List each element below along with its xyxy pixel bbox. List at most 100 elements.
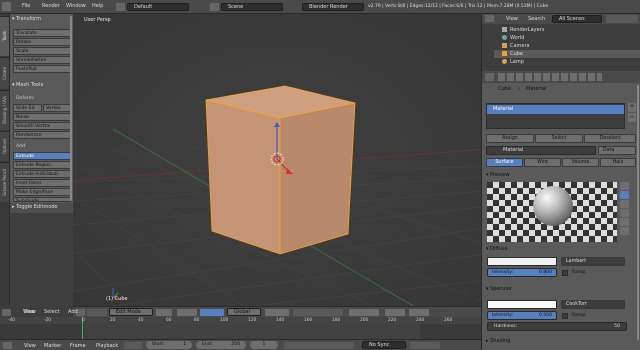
diffuse-panel-header[interactable]: ▾ Diffuse bbox=[486, 245, 636, 254]
diffuse-ramp-checkbox[interactable] bbox=[562, 270, 568, 276]
extrude-individual-button[interactable]: Extrude Individual bbox=[13, 170, 72, 178]
playback-controls[interactable] bbox=[284, 342, 354, 349]
end-frame-field[interactable]: End: 250 bbox=[196, 341, 246, 349]
scene-icon[interactable] bbox=[210, 3, 219, 11]
properties-editor-icon[interactable] bbox=[485, 73, 494, 81]
scene-field[interactable]: Scene bbox=[221, 3, 283, 11]
tab-wire[interactable]: Wire bbox=[524, 158, 561, 167]
preview-sky-icon[interactable] bbox=[620, 227, 629, 235]
render-preview-button[interactable] bbox=[409, 309, 429, 316]
scale-button[interactable]: Scale bbox=[13, 47, 72, 55]
pivot-select[interactable] bbox=[177, 309, 197, 316]
select-button[interactable]: Select bbox=[535, 134, 583, 143]
mode-select[interactable]: Edit Mode bbox=[109, 308, 153, 316]
viewport-menu-view[interactable]: View bbox=[24, 309, 36, 315]
layout-field[interactable]: Default bbox=[127, 3, 189, 11]
mesh-tools-panel-header[interactable]: ▾ Mesh Tools bbox=[12, 81, 43, 89]
specular-intensity-slider[interactable]: Intensity: 0.500 bbox=[487, 311, 557, 320]
material-name-field[interactable]: Material bbox=[486, 146, 596, 155]
menu-window[interactable]: Window bbox=[66, 3, 86, 9]
keyframe-tools[interactable] bbox=[410, 342, 440, 349]
tab-halo[interactable]: Halo bbox=[600, 158, 636, 167]
outliner-view-menu[interactable]: View bbox=[506, 16, 518, 22]
specular-color-swatch[interactable] bbox=[487, 300, 557, 309]
menu-file[interactable]: File bbox=[22, 3, 30, 9]
outliner-search-input[interactable] bbox=[606, 15, 638, 23]
shading-panel-header[interactable]: ▸ Shading bbox=[486, 337, 636, 346]
vertex-button[interactable]: Vertex bbox=[43, 104, 72, 112]
menu-render[interactable]: Render bbox=[42, 3, 60, 9]
menu-help[interactable]: Help bbox=[92, 3, 103, 9]
start-frame-field[interactable]: Start: 1 bbox=[146, 341, 192, 349]
diffuse-color-swatch[interactable] bbox=[487, 257, 557, 266]
manipulator-toggle[interactable] bbox=[200, 309, 224, 316]
render-engine-select[interactable]: Blender Render bbox=[302, 3, 364, 11]
extrude-region-button[interactable]: Extrude Region bbox=[13, 161, 72, 169]
deselect-button[interactable]: Deselect bbox=[584, 134, 636, 143]
shading-select[interactable] bbox=[156, 309, 172, 316]
rotate-button[interactable]: Rotate bbox=[13, 38, 72, 46]
object-mode-icon[interactable] bbox=[87, 309, 107, 316]
extrude-button[interactable]: Extrude bbox=[13, 152, 72, 160]
toolshelf-scrollbar[interactable] bbox=[70, 16, 72, 201]
preview-hair-icon[interactable] bbox=[620, 218, 629, 226]
current-frame-field[interactable]: 1 bbox=[250, 341, 278, 349]
diffuse-intensity-slider[interactable]: Intensity: 0.800 bbox=[487, 268, 557, 277]
timeline-menu-view[interactable]: View bbox=[24, 343, 36, 349]
tab-grease-pencil[interactable]: Grease Pencil bbox=[0, 162, 9, 202]
proportional-edit-select[interactable] bbox=[385, 309, 405, 316]
remove-slot-button[interactable]: − bbox=[628, 113, 636, 122]
timeline-editor-icon[interactable] bbox=[3, 342, 12, 349]
editor-type-icon[interactable] bbox=[2, 2, 11, 11]
tab-tools[interactable]: Tools bbox=[0, 16, 9, 56]
translate-button[interactable]: Translate bbox=[13, 29, 72, 37]
tab-options[interactable]: Options bbox=[0, 131, 9, 161]
tab-volume[interactable]: Volume bbox=[562, 158, 599, 167]
preview-panel-header[interactable]: ▾ Preview bbox=[486, 171, 636, 180]
keying-set-icon[interactable] bbox=[124, 342, 142, 349]
preview-sphere-icon[interactable] bbox=[620, 191, 629, 199]
smooth-vertex-button[interactable]: Smooth Vertex bbox=[13, 122, 72, 130]
viewport-editor-type-icon[interactable] bbox=[2, 309, 11, 316]
material-slot-list[interactable]: Material bbox=[486, 103, 625, 129]
outliner-row-cube[interactable]: Cube bbox=[494, 50, 640, 58]
specular-panel-header[interactable]: ▾ Specular bbox=[486, 285, 636, 294]
material-data-select[interactable]: Data bbox=[598, 146, 636, 155]
noise-button[interactable]: Noise bbox=[13, 113, 72, 121]
timeline-menu-marker[interactable]: Marker bbox=[44, 343, 61, 349]
outliner-row-world[interactable]: World bbox=[494, 34, 640, 42]
assign-button[interactable]: Assign bbox=[486, 134, 534, 143]
preview-flat-icon[interactable] bbox=[620, 182, 629, 190]
transform-panel-header[interactable]: ▾ Transform bbox=[12, 15, 41, 23]
tab-shading-uvs[interactable]: Shading / UVs bbox=[0, 90, 9, 130]
make-edge-face-button[interactable]: Make Edge/Face bbox=[13, 188, 72, 196]
shrink-fatten-button[interactable]: Shrink/Fatten bbox=[13, 56, 72, 64]
add-slot-button[interactable]: + bbox=[628, 103, 636, 112]
timeline[interactable] bbox=[0, 317, 481, 339]
outliner-editor-icon[interactable] bbox=[485, 15, 494, 22]
material-slot-selected[interactable]: Material bbox=[487, 105, 624, 114]
specular-shader-select[interactable]: CookTorr bbox=[561, 300, 625, 309]
viewport-menu-add[interactable]: Add bbox=[68, 309, 78, 315]
snap-buttons[interactable] bbox=[349, 309, 379, 316]
timeline-menu-playback[interactable]: Playback bbox=[96, 343, 118, 349]
specular-ramp-checkbox[interactable] bbox=[562, 313, 568, 319]
outliner-row-camera[interactable]: Camera bbox=[494, 42, 640, 50]
subdivide-button[interactable]: Subdivide bbox=[13, 197, 72, 202]
properties-scrollbar[interactable] bbox=[637, 85, 639, 340]
slide-edge-button[interactable]: Slide Ed bbox=[13, 104, 42, 112]
3d-viewport[interactable]: User Persp (1) Cube bbox=[73, 14, 481, 306]
diffuse-shader-select[interactable]: Lambert bbox=[561, 257, 625, 266]
orientation-select[interactable]: Global bbox=[227, 308, 261, 316]
preview-monkey-icon[interactable] bbox=[620, 209, 629, 217]
layout-icon[interactable] bbox=[116, 3, 125, 11]
tab-create[interactable]: Create bbox=[0, 57, 9, 89]
select-mode-buttons[interactable] bbox=[265, 309, 289, 316]
outliner-row-renderlayers[interactable]: RenderLayers bbox=[494, 26, 640, 34]
layer-buttons[interactable] bbox=[293, 309, 343, 316]
hardness-field[interactable]: Hardness: 50 bbox=[487, 322, 627, 331]
context-tab-icons[interactable] bbox=[498, 73, 602, 81]
viewport-menu-select[interactable]: Select bbox=[44, 309, 59, 315]
toggle-editmode-panel[interactable]: ▸ Toggle Editmode bbox=[10, 203, 73, 213]
outliner-search-menu[interactable]: Search bbox=[528, 16, 545, 22]
